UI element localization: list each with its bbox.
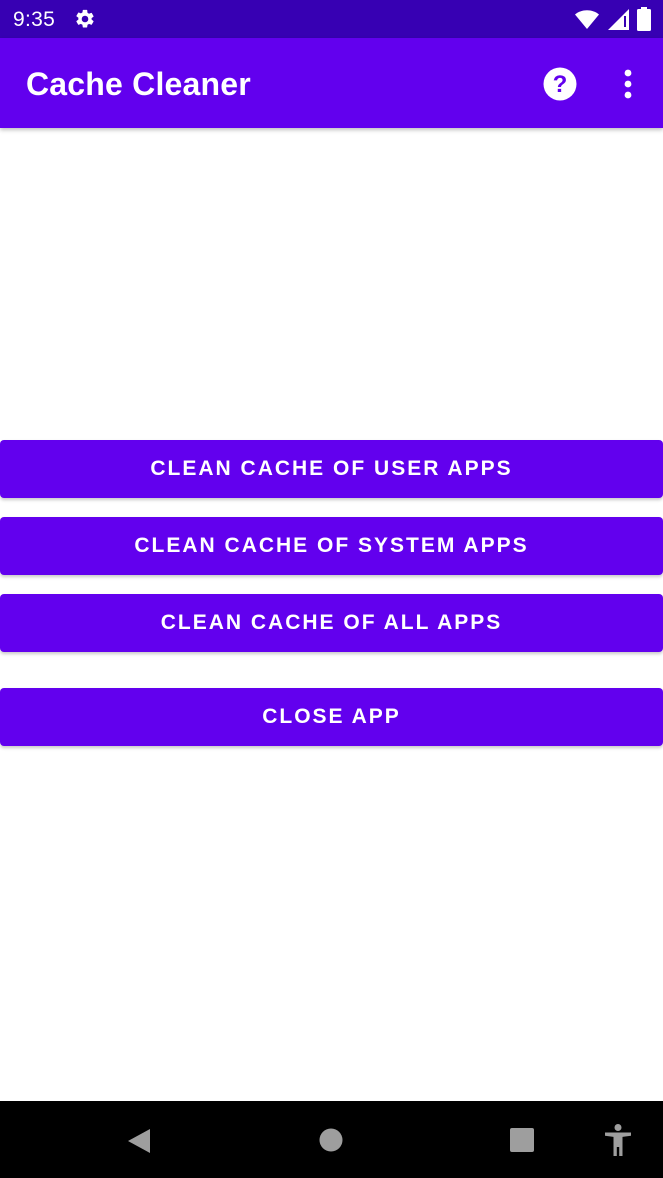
clean-user-apps-button[interactable]: CLEAN CACHE OF USER APPS (0, 440, 663, 498)
cellular-signal-icon (608, 9, 629, 30)
more-vert-icon[interactable] (612, 64, 644, 104)
status-icons (575, 7, 651, 31)
back-icon[interactable] (124, 1126, 154, 1156)
status-bar: 9:35 (0, 0, 663, 38)
app-bar: Cache Cleaner ? (0, 38, 663, 128)
home-icon[interactable] (318, 1127, 344, 1153)
recents-icon[interactable] (509, 1127, 535, 1153)
clean-system-apps-button[interactable]: CLEAN CACHE OF SYSTEM APPS (0, 517, 663, 575)
battery-icon (637, 7, 651, 31)
app-title: Cache Cleaner (26, 66, 251, 102)
close-app-button[interactable]: CLOSE APP (0, 688, 663, 746)
navigation-bar (0, 1101, 663, 1178)
accessibility-icon[interactable] (603, 1123, 633, 1157)
clean-all-apps-button[interactable]: CLEAN CACHE OF ALL APPS (0, 594, 663, 652)
wifi-icon (575, 10, 599, 29)
svg-text:?: ? (553, 71, 568, 98)
help-icon[interactable]: ? (540, 64, 580, 104)
settings-gear-icon (76, 9, 94, 28)
status-time: 9:35 (13, 8, 56, 31)
